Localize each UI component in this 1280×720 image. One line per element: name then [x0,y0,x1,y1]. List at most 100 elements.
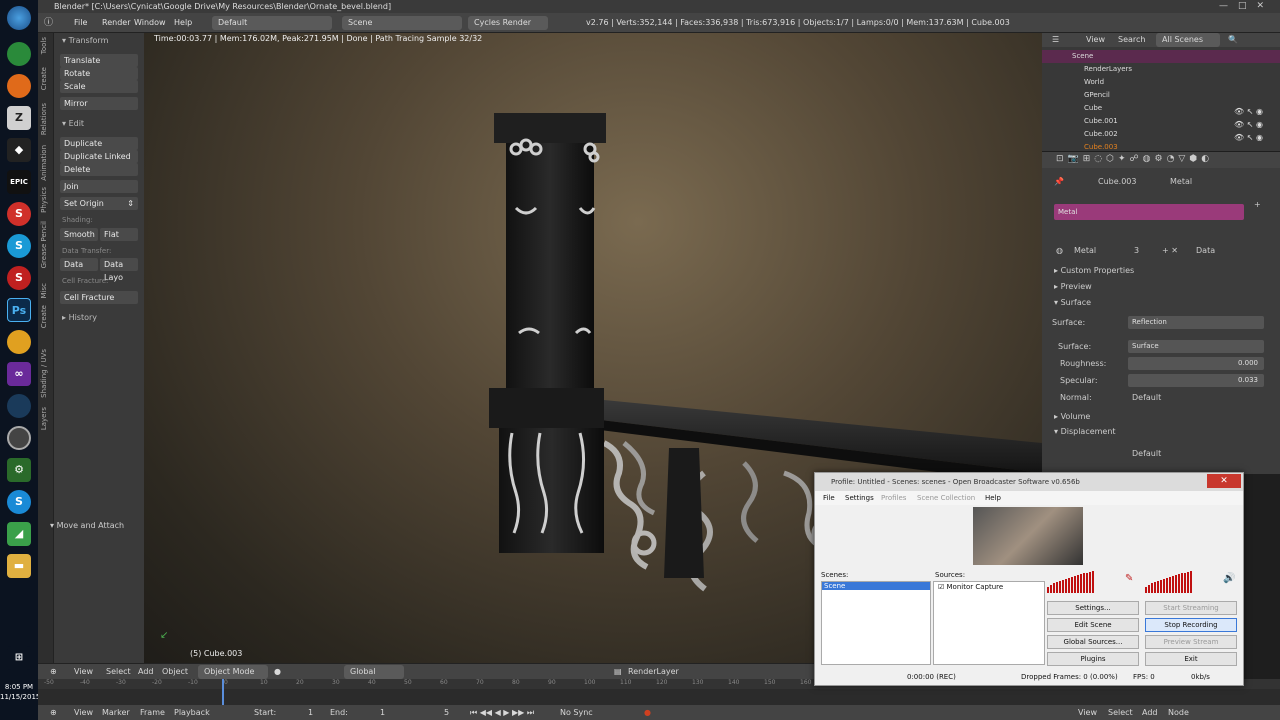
vp-menu-object[interactable]: Object [162,664,188,680]
smooth-button[interactable]: Smooth [60,228,98,241]
add-slot-button[interactable]: + [1254,200,1261,209]
obs-stop-recording-button[interactable]: Stop Recording [1145,618,1237,632]
outliner[interactable]: Scene RenderLayers World GPencil Cube Cu… [1042,47,1280,151]
obs-global-sources-button[interactable]: Global Sources... [1047,635,1139,649]
material-name[interactable]: Metal [1074,246,1096,255]
surface-panel[interactable]: ▾ Surface [1054,298,1091,307]
photoshop-icon[interactable]: Ps [7,298,31,322]
menu-window[interactable]: Window [134,13,166,33]
tab-create[interactable]: Create [40,67,48,90]
properties-context-icons[interactable]: ⊡📷⊞◌⬡✦☍◍⚙◔▽⬢◐ [1056,154,1213,164]
playback-controls[interactable]: ⏮ ◀◀ ◀ ▶ ▶▶ ⏭ [470,705,534,720]
editor-type-icon[interactable]: ⊕ [50,664,57,680]
tab-tools[interactable]: Tools [40,37,48,54]
zbrush-icon[interactable]: Z [7,106,31,130]
join-button[interactable]: Join [60,180,138,193]
obs-menu-profiles[interactable]: Profiles [881,491,906,505]
custom-properties-panel[interactable]: ▸ Custom Properties [1054,266,1134,275]
specular-slider[interactable]: 0.033 [1128,374,1264,387]
node-menu-view[interactable]: View [1078,705,1097,720]
menu-help[interactable]: Help [174,13,192,33]
obs-menu-settings[interactable]: Settings [845,491,874,505]
vp-menu-select[interactable]: Select [106,664,131,680]
tl-menu-playback[interactable]: Playback [174,705,210,720]
link-data-dropdown[interactable]: Data [1196,246,1215,255]
mirror-button[interactable]: Mirror [60,97,138,110]
vs-icon[interactable]: ∞ [7,362,31,386]
tl-menu-frame[interactable]: Frame [140,705,165,720]
obs-menu-scene-collection[interactable]: Scene Collection [917,491,975,505]
steam-icon[interactable] [7,394,31,418]
displacement-panel[interactable]: ▾ Displacement [1054,427,1116,436]
obs-plugins-button[interactable]: Plugins [1047,652,1139,666]
unity-icon[interactable]: ◆ [7,138,31,162]
mode-dropdown[interactable]: Object Mode [198,665,268,679]
obs-preview-stream-button[interactable]: Preview Stream [1145,635,1237,649]
outliner-filter-dropdown[interactable]: All Scenes [1156,33,1220,47]
obs-scene-item[interactable]: Scene [822,582,930,590]
tab-create-2[interactable]: Create [40,305,48,328]
timeline-editor-icon[interactable]: ⊕ [50,705,57,720]
render-layer-icon[interactable]: ▤ [614,664,622,680]
folder-icon[interactable]: ▬ [7,554,31,578]
normal-field[interactable]: Default [1132,393,1161,402]
tab-relations[interactable]: Relations [40,103,48,135]
flat-button[interactable]: Flat [100,228,138,241]
pin-icon[interactable]: 📌 [1054,177,1064,186]
vp-menu-view[interactable]: View [74,664,93,680]
obs-source-item[interactable]: ☑ Monitor Capture [934,583,1003,591]
current-frame-marker[interactable] [222,679,224,705]
displacement-field[interactable]: Default [1132,449,1161,458]
outliner-view[interactable]: View [1086,33,1105,47]
obs-sources-list[interactable]: ☑ Monitor Capture [933,581,1045,665]
skype2-icon[interactable]: S [7,490,31,514]
epic-icon[interactable]: EPIC [7,170,31,194]
s-icon[interactable]: S [7,266,31,290]
orientation-dropdown[interactable]: Global [344,665,404,679]
outliner-row-renderlayers[interactable]: RenderLayers [1042,63,1280,76]
taskbar-clock[interactable]: 8:05 PM 11/15/2015 [0,682,40,702]
outliner-row-scene[interactable]: Scene [1042,50,1280,63]
start-frame[interactable]: 1 [308,705,313,720]
obs-exit-button[interactable]: Exit [1145,652,1237,666]
rotate-button[interactable]: Rotate [60,67,138,80]
outliner-search-icon[interactable]: 🔍 [1228,33,1238,47]
tab-shading-uvs[interactable]: Shading / UVs [40,349,48,398]
tab-layers[interactable]: Layers [40,407,48,430]
node-menu-node[interactable]: Node [1168,705,1189,720]
start-icon[interactable] [7,6,31,30]
tab-misc[interactable]: Misc [40,283,48,298]
menu-file[interactable]: File [74,13,87,33]
obs-close-icon[interactable]: ✕ [1207,474,1241,488]
tl-menu-marker[interactable]: Marker [102,705,130,720]
obs-edit-scene-button[interactable]: Edit Scene [1047,618,1139,632]
visibility-icons[interactable]: 👁 ↖ ◉ 👁 ↖ ◉ 👁 ↖ ◉ [1234,105,1263,144]
shading-icon[interactable]: ● [274,664,281,680]
history-panel-header[interactable]: ▸ History [62,313,97,322]
delete-button[interactable]: Delete [60,163,138,176]
scene-dropdown[interactable]: Scene [342,16,462,30]
window-controls[interactable]: —□✕ [1219,0,1274,13]
roughness-slider[interactable]: 0.000 [1128,357,1264,370]
end-frame[interactable]: 1 [380,705,385,720]
settings-icon[interactable]: ⚙ [7,458,31,482]
edit-panel-header[interactable]: ▾ Edit [62,119,84,128]
current-frame[interactable]: 5 [444,705,449,720]
obs-scenes-list[interactable]: Scene [821,581,931,665]
chrome-icon[interactable] [7,42,31,66]
scale-button[interactable]: Scale [60,80,138,93]
obs-start-streaming-button[interactable]: Start Streaming [1145,601,1237,615]
duplicate-linked-button[interactable]: Duplicate Linked [60,150,138,163]
sync-dropdown[interactable]: No Sync [560,705,593,720]
outliner-row-world[interactable]: World [1042,76,1280,89]
obs-menu-file[interactable]: File [823,491,835,505]
transform-panel-header[interactable]: ▾ Transform [62,36,108,45]
layout-dropdown[interactable]: Default [212,16,332,30]
data-button[interactable]: Data [60,258,98,271]
obs-settings-button[interactable]: Settings... [1047,601,1139,615]
outliner-search[interactable]: Search [1118,33,1145,47]
node-menu-add[interactable]: Add [1142,705,1158,720]
speaker-icon[interactable]: 🔊 [1223,573,1235,584]
duplicate-button[interactable]: Duplicate [60,137,138,150]
render-layer-name[interactable]: RenderLayer [628,664,679,680]
